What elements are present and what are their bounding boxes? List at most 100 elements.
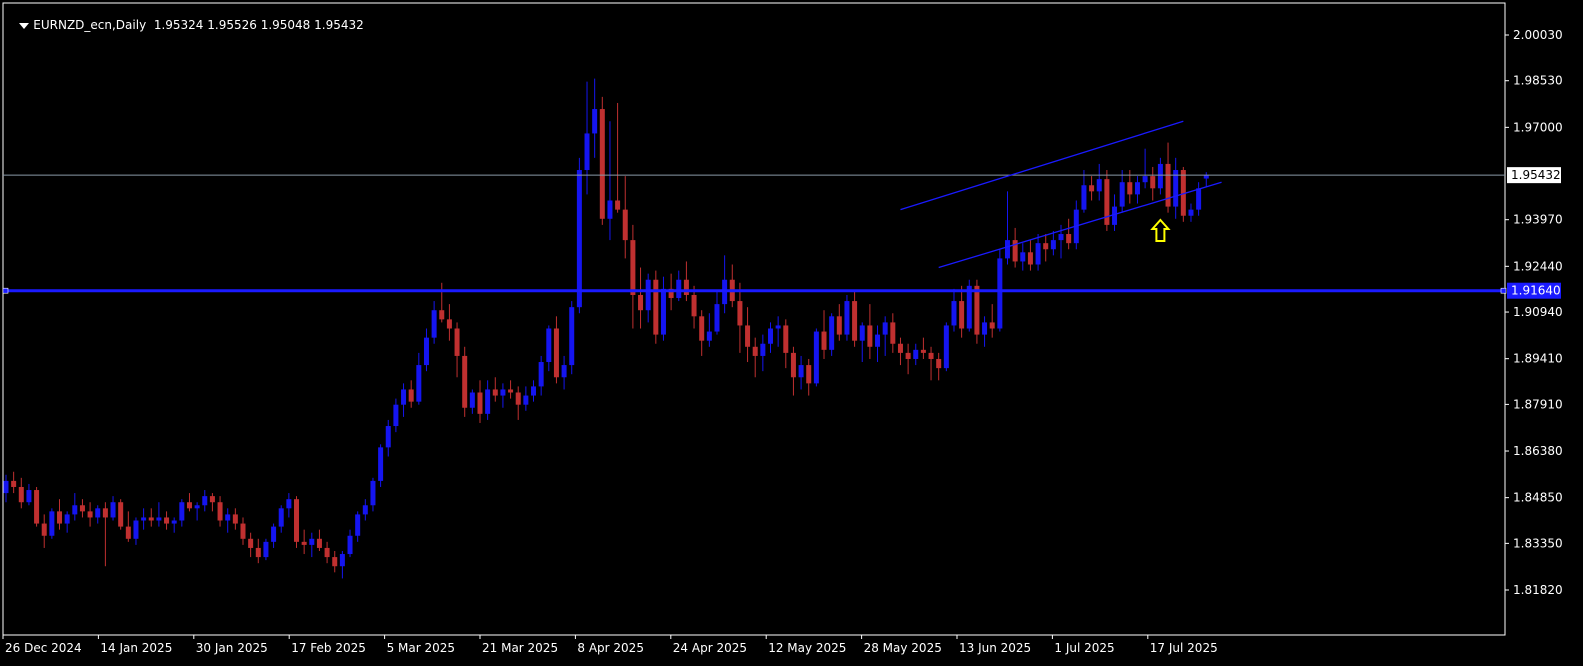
candle-body [355, 514, 361, 536]
candle-body [1165, 163, 1171, 207]
candle-body [760, 343, 766, 356]
candle-body [660, 288, 666, 335]
x-tick-label: 14 Jan 2025 [100, 641, 172, 655]
candle-body [362, 505, 368, 515]
candle-body [683, 279, 689, 295]
candle-body [1127, 182, 1133, 195]
candle-body [202, 496, 208, 506]
y-tick-label: 1.97000 [1513, 120, 1563, 134]
candle-body [439, 310, 445, 320]
candle-body [645, 279, 651, 311]
x-tick-label: 8 Apr 2025 [577, 641, 644, 655]
candle-body [286, 499, 292, 509]
candle-body [798, 365, 804, 378]
candle-body [217, 502, 223, 521]
candle-body [599, 109, 605, 219]
candle-body [263, 541, 269, 558]
candle-body [538, 362, 544, 387]
candle-body [630, 240, 636, 295]
x-tick-label: 12 May 2025 [768, 641, 846, 655]
candle-body [790, 352, 796, 378]
candle-body [3, 480, 9, 494]
channel-upper-line [900, 120, 1184, 211]
candle-body [546, 328, 552, 363]
candle-body [905, 352, 911, 359]
candle-body [41, 523, 47, 536]
candle-body [1004, 240, 1010, 259]
candle-body [913, 349, 919, 359]
candle-body [875, 334, 881, 347]
candle-body [11, 480, 17, 487]
candle-body [118, 502, 124, 527]
level-handle-left [2, 287, 9, 294]
candle-body [469, 392, 475, 408]
candle-body [179, 502, 185, 521]
candle-body [783, 325, 789, 353]
candle-body [248, 538, 254, 548]
candle-body [974, 285, 980, 335]
y-tick-label: 1.87910 [1513, 397, 1563, 411]
x-tick-label: 28 May 2025 [864, 641, 942, 655]
candle-body [477, 392, 483, 414]
candle-body [1020, 252, 1026, 262]
candle-body [255, 547, 261, 558]
candle-body [26, 490, 32, 503]
candle-body [890, 322, 896, 344]
candle-body [454, 328, 460, 356]
x-tick-label: 30 Jan 2025 [196, 641, 268, 655]
candle-body [584, 133, 590, 171]
candle-body [615, 200, 621, 210]
candle-body [141, 517, 147, 521]
candle-body [416, 365, 422, 402]
candle-body [699, 316, 705, 341]
candle-body [57, 511, 63, 524]
candle-body [592, 109, 598, 134]
candle-body [492, 389, 498, 396]
candle-body [569, 307, 575, 366]
x-tick-label: 13 Jun 2025 [959, 641, 1031, 655]
candle-body [959, 301, 965, 329]
candle-body [943, 325, 949, 369]
candle-body [1058, 234, 1064, 241]
x-tick-label: 24 Apr 2025 [673, 641, 747, 655]
candle-body [622, 209, 628, 241]
y-tick-label: 1.84850 [1513, 491, 1563, 505]
candle-body [576, 170, 582, 308]
candle-body [752, 346, 758, 356]
candle-body [102, 508, 108, 518]
candle-body [49, 511, 55, 536]
candle-body [966, 285, 972, 329]
candle-body [928, 352, 934, 359]
candle-body [408, 389, 414, 402]
candle-body [431, 310, 437, 338]
candle-body [844, 301, 850, 335]
candle-body [171, 520, 177, 524]
candle-body [1119, 182, 1125, 207]
candle-body [676, 279, 682, 299]
candle-body [164, 517, 170, 524]
price-chart[interactable]: 2.00030 1.98530 1.97000 1.93970 1.92440 1.909… [0, 0, 1583, 666]
candle-body [852, 301, 858, 341]
candle-body [951, 301, 957, 326]
horizontal-level-label: 1.91640 [1511, 284, 1561, 298]
candle-body [806, 365, 812, 384]
candle-body [194, 505, 200, 509]
candle-body [18, 486, 24, 503]
candle-body [1157, 163, 1163, 189]
candle-body [240, 523, 246, 539]
candle-body [34, 490, 40, 524]
candle-body [148, 517, 154, 521]
candle-body [401, 389, 407, 405]
candle-body [110, 502, 116, 518]
candle-body [1043, 243, 1049, 250]
candle-body [936, 358, 942, 369]
candle-body [125, 526, 131, 539]
candle-body [989, 322, 995, 329]
candle-body [423, 337, 429, 366]
candle-body [867, 325, 873, 347]
chart-window: EURNZD_ecn,Daily 1.95324 1.95526 1.95048… [0, 0, 1583, 666]
candle-body [523, 395, 529, 405]
candle-body [309, 538, 315, 545]
x-tick-label: 1 Jul 2025 [1054, 641, 1114, 655]
candle-body [1081, 185, 1087, 210]
